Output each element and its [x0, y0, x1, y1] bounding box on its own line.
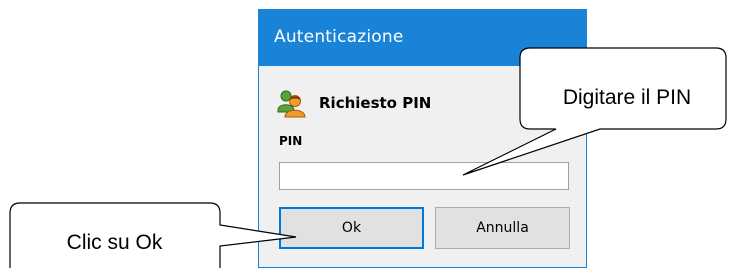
- user-pin-icon: [277, 90, 306, 118]
- authentication-dialog: Autenticazione Richiesto PIN PIN Ok Annu…: [258, 9, 587, 268]
- dialog-heading: Richiesto PIN: [319, 94, 432, 112]
- callout-pin-text: Digitare il PIN: [562, 86, 692, 109]
- pin-label: PIN: [279, 134, 303, 148]
- dialog-title: Autenticazione: [274, 27, 404, 47]
- cancel-button[interactable]: Annulla: [435, 207, 570, 249]
- ok-button[interactable]: Ok: [279, 207, 424, 249]
- pin-input[interactable]: [279, 162, 569, 190]
- callout-ok-text: Clic su Ok: [66, 231, 163, 254]
- title-bar[interactable]: Autenticazione: [259, 10, 586, 66]
